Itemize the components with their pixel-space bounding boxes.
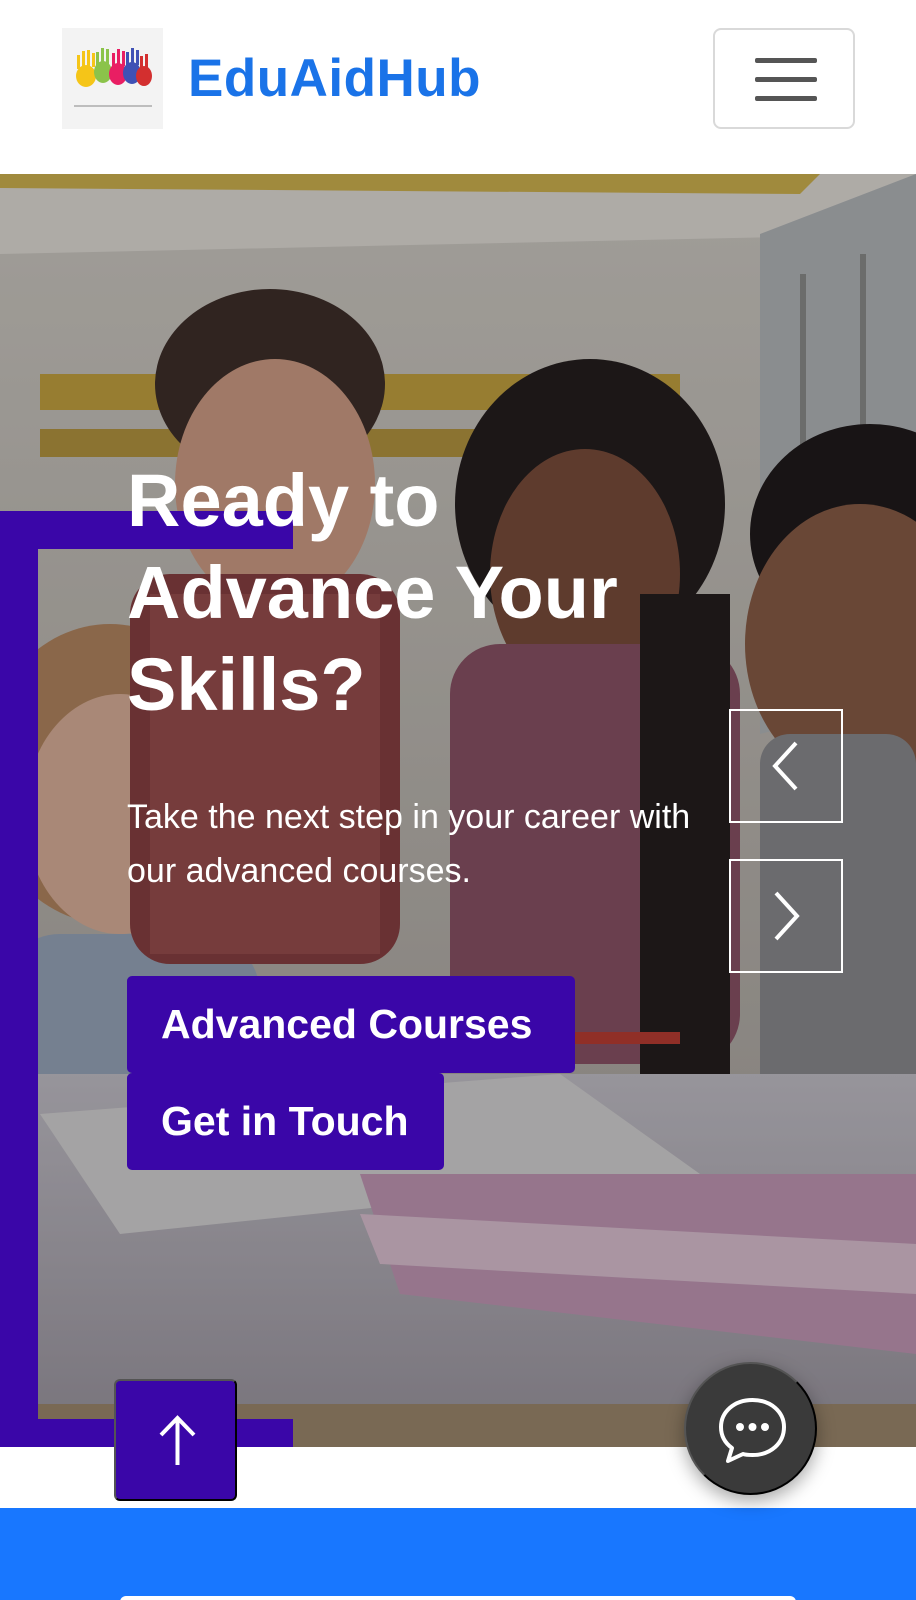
site-header: EduAidHub	[0, 0, 916, 174]
carousel-prev-button[interactable]	[729, 709, 843, 823]
site-logo[interactable]	[62, 28, 163, 129]
advanced-courses-button[interactable]: Advanced Courses	[127, 976, 575, 1073]
card-top-edge	[120, 1596, 796, 1600]
decorative-bracket-side	[0, 511, 38, 1447]
back-to-top-button[interactable]	[114, 1379, 237, 1501]
arrow-up-icon	[159, 1415, 196, 1465]
hero-subtext: Take the next step in your career with o…	[127, 798, 691, 890]
hamburger-menu-button[interactable]	[713, 28, 855, 129]
hero-headline: Ready to Advance Your Skills?	[127, 459, 618, 726]
brand-name[interactable]: EduAidHub	[188, 48, 481, 109]
carousel-next-button[interactable]	[729, 859, 843, 973]
chevron-right-icon	[774, 891, 800, 941]
chevron-left-icon	[772, 741, 798, 791]
hamburger-menu-icon	[755, 58, 817, 63]
get-in-touch-button[interactable]: Get in Touch	[127, 1073, 444, 1170]
blue-section-band	[0, 1508, 916, 1600]
chat-bubble-icon	[719, 1398, 786, 1463]
chat-widget-button[interactable]	[684, 1362, 817, 1495]
menu-bar-middle	[755, 77, 817, 82]
handprints-logo-icon	[74, 48, 152, 107]
menu-bar-bottom	[755, 96, 817, 101]
